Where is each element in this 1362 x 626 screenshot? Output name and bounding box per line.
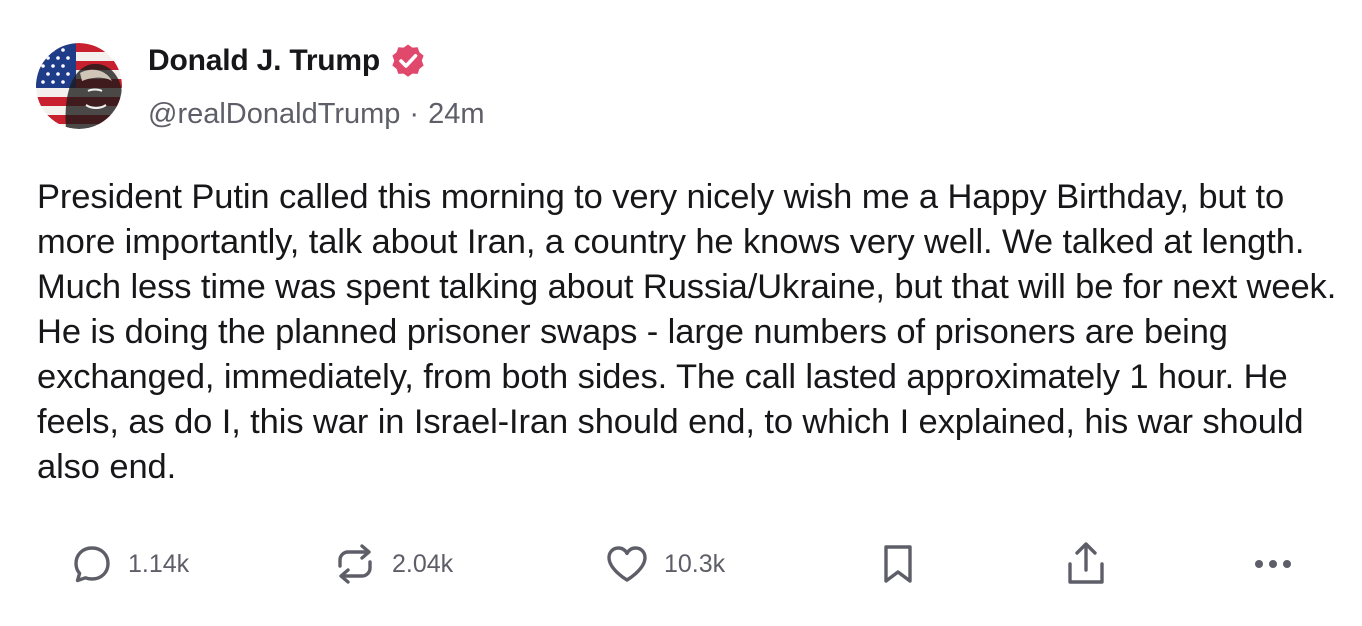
post-text: President Putin called this morning to v… <box>37 178 1337 486</box>
display-name[interactable]: Donald J. Trump <box>148 44 380 78</box>
post-actions-bar: 1.14k 2.04k 10.3k <box>0 536 1362 592</box>
retruth-icon <box>338 544 372 584</box>
author-handle[interactable]: @realDonaldTrump <box>148 98 400 131</box>
share-button[interactable] <box>1064 536 1108 592</box>
avatar[interactable] <box>36 43 122 129</box>
more-dots-icon <box>1255 560 1291 568</box>
heart-icon <box>607 546 647 582</box>
retruth-button[interactable]: 2.04k <box>332 536 453 592</box>
like-count: 10.3k <box>664 549 726 578</box>
post-card: Donald J. Trump @realDonaldTrump · 24m P… <box>0 0 1362 626</box>
verified-badge-icon <box>390 43 426 79</box>
display-name-row: Donald J. Trump <box>148 40 426 82</box>
bookmark-button[interactable] <box>876 536 920 592</box>
meta-separator: · <box>409 97 420 130</box>
post-timestamp[interactable]: 24m <box>428 98 484 131</box>
post-meta: @realDonaldTrump · 24m <box>148 94 485 134</box>
avatar-flag-portrait-icon <box>36 43 122 129</box>
reply-bubble-icon <box>74 546 110 583</box>
bookmark-icon <box>884 545 912 583</box>
reply-count: 1.14k <box>128 549 190 578</box>
more-options-button[interactable] <box>1250 536 1296 592</box>
like-button[interactable]: 10.3k <box>604 536 725 592</box>
reply-button[interactable]: 1.14k <box>70 536 189 592</box>
retruth-count: 2.04k <box>392 549 454 578</box>
share-icon <box>1068 542 1104 584</box>
